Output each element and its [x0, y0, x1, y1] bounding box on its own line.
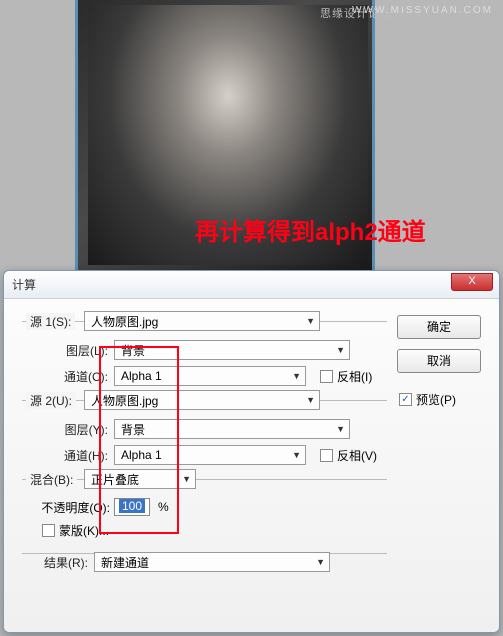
chevron-down-icon: ▼: [316, 557, 325, 567]
source1-value: 人物原图.jpg: [91, 313, 158, 330]
source1-label: 源 1(S):: [26, 313, 75, 330]
mask-checkbox[interactable]: 蒙版(K)...: [42, 522, 109, 539]
dialog-left-column: 源 1(S): 人物原图.jpg ▼ 图层(L): 背景 ▼ 通道(C): Al…: [14, 311, 397, 586]
source1-layer-dropdown[interactable]: 背景 ▼: [114, 340, 350, 360]
source1-dropdown[interactable]: 人物原图.jpg ▼: [84, 311, 320, 331]
dialog-title: 计算: [12, 276, 36, 293]
blend-dropdown[interactable]: 正片叠底 ▼: [84, 469, 196, 489]
dialog-body: 源 1(S): 人物原图.jpg ▼ 图层(L): 背景 ▼ 通道(C): Al…: [4, 299, 499, 598]
source1-invert-checkbox[interactable]: 反相(I): [320, 368, 372, 385]
chevron-down-icon: ▼: [336, 345, 345, 355]
blend-group: 混合(B): 正片叠底 ▼ 不透明度(O): 100 % 蒙版(K)...: [22, 479, 387, 539]
url-watermark: WWW.MISSYUAN.COM: [352, 5, 493, 16]
opacity-unit: %: [158, 500, 169, 514]
source2-invert-checkbox[interactable]: 反相(V): [320, 447, 377, 464]
calculations-dialog: 计算 X 源 1(S): 人物原图.jpg ▼ 图层(L): 背景 ▼: [3, 270, 500, 633]
chevron-down-icon: ▼: [336, 424, 345, 434]
dialog-titlebar[interactable]: 计算 X: [4, 271, 499, 299]
chevron-down-icon: ▼: [182, 474, 191, 484]
preview-label: 预览(P): [416, 391, 456, 408]
source1-channel-dropdown[interactable]: Alpha 1 ▼: [114, 366, 306, 386]
result-label: 结果(R):: [22, 554, 94, 571]
source2-channel-dropdown[interactable]: Alpha 1 ▼: [114, 445, 306, 465]
mask-label: 蒙版(K)...: [59, 522, 109, 539]
source2-layer-dropdown[interactable]: 背景 ▼: [114, 419, 350, 439]
result-group: 结果(R): 新建通道 ▼: [22, 553, 387, 572]
checkbox-icon: [320, 449, 333, 462]
close-button[interactable]: X: [451, 273, 493, 291]
opacity-label: 不透明度(O):: [22, 499, 114, 516]
source2-layer-value: 背景: [121, 421, 145, 438]
source1-layer-label: 图层(L):: [52, 342, 114, 359]
source2-dropdown[interactable]: 人物原图.jpg ▼: [84, 390, 320, 410]
chevron-down-icon: ▼: [292, 371, 301, 381]
blend-label: 混合(B):: [26, 471, 77, 488]
opacity-input[interactable]: 100: [114, 498, 150, 516]
chevron-down-icon: ▼: [292, 450, 301, 460]
source2-label: 源 2(U):: [26, 392, 76, 409]
source1-channel-value: Alpha 1: [121, 369, 162, 383]
checkbox-icon: ✓: [399, 393, 412, 406]
cancel-button[interactable]: 取消: [397, 349, 481, 373]
dialog-right-column: 确定 取消 ✓ 预览(P): [397, 311, 489, 586]
instruction-annotation: 再计算得到alph2通道: [195, 212, 426, 247]
source2-invert-label: 反相(V): [337, 447, 377, 464]
source1-group: 源 1(S): 人物原图.jpg ▼ 图层(L): 背景 ▼ 通道(C): Al…: [22, 321, 387, 386]
preview-checkbox[interactable]: ✓ 预览(P): [399, 391, 456, 408]
checkbox-icon: [42, 524, 55, 537]
source1-invert-label: 反相(I): [337, 368, 372, 385]
source2-channel-label: 通道(H):: [52, 447, 114, 464]
result-value: 新建通道: [101, 554, 149, 571]
source2-layer-label: 图层(Y):: [52, 421, 114, 438]
source2-channel-value: Alpha 1: [121, 448, 162, 462]
source1-channel-label: 通道(C):: [52, 368, 114, 385]
source2-value: 人物原图.jpg: [91, 392, 158, 409]
chevron-down-icon: ▼: [306, 316, 315, 326]
checkbox-icon: [320, 370, 333, 383]
source1-layer-value: 背景: [121, 342, 145, 359]
result-dropdown[interactable]: 新建通道 ▼: [94, 552, 330, 572]
ok-button[interactable]: 确定: [397, 315, 481, 339]
source2-group: 源 2(U): 人物原图.jpg ▼ 图层(Y): 背景 ▼ 通道(H): Al…: [22, 400, 387, 465]
chevron-down-icon: ▼: [306, 395, 315, 405]
blend-value: 正片叠底: [91, 471, 139, 488]
